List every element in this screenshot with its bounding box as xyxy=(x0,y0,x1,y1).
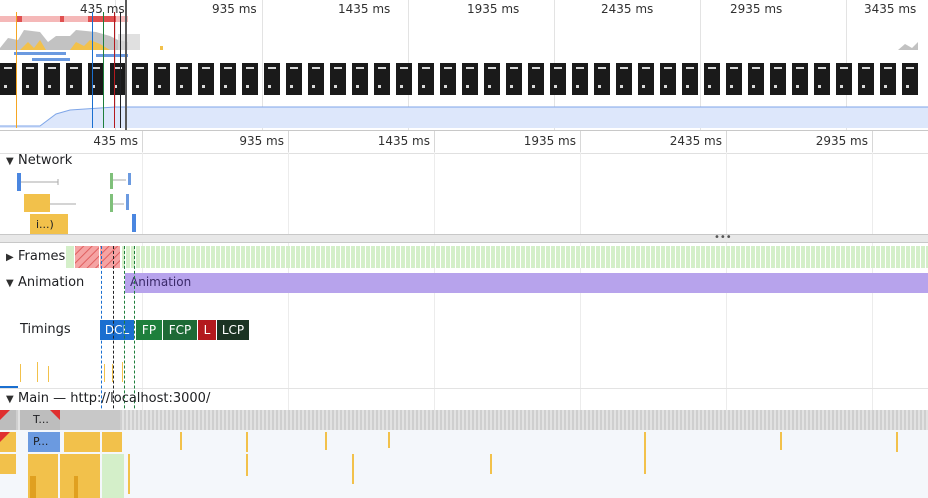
screenshot-thumbnail[interactable] xyxy=(132,63,148,95)
overview-marker-line xyxy=(103,12,104,128)
ruler-tick-label: 2435 ms xyxy=(669,134,722,148)
main-thread-header[interactable]: ▼ Main — http://localhost:3000/ xyxy=(6,391,210,406)
screenshot-thumbnail[interactable] xyxy=(726,63,742,95)
network-track-header[interactable]: ▼ Network xyxy=(6,153,72,168)
animation-track-header[interactable]: ▼ Animation xyxy=(6,275,84,290)
ruler-tick-label: 1435 ms xyxy=(377,134,430,148)
overview-system-area xyxy=(0,30,128,50)
main-flame-chart[interactable]: T... P... xyxy=(0,410,928,498)
fcp-marker[interactable]: FCP xyxy=(163,320,197,340)
flame-chart-canvas xyxy=(0,410,928,498)
resize-handle-icon[interactable]: ••• xyxy=(714,232,732,243)
screenshot-thumbnail[interactable] xyxy=(572,63,588,95)
dcl-marker[interactable]: DCL xyxy=(100,320,134,340)
animation-track-label: Animation xyxy=(18,275,85,290)
screenshot-thumbnail[interactable] xyxy=(242,63,258,95)
screenshot-thumbnail[interactable] xyxy=(286,63,302,95)
dropped-frame xyxy=(100,246,120,268)
ruler-tick-label: 2935 ms xyxy=(815,134,868,148)
screenshot-thumbnail[interactable] xyxy=(836,63,852,95)
collapse-triangle-icon[interactable]: ▶ xyxy=(6,252,18,263)
expand-triangle-icon[interactable]: ▼ xyxy=(6,156,18,167)
screenshot-thumbnail[interactable] xyxy=(440,63,456,95)
screenshot-thumbnail[interactable] xyxy=(638,63,654,95)
overview-marker-line xyxy=(114,12,115,128)
load-marker[interactable]: L xyxy=(198,320,216,340)
screenshot-thumbnail[interactable] xyxy=(506,63,522,95)
screenshot-thumbnail[interactable] xyxy=(792,63,808,95)
fp-marker[interactable]: FP xyxy=(136,320,162,340)
lcp-marker[interactable]: LCP xyxy=(217,320,249,340)
screenshot-thumbnail[interactable] xyxy=(110,63,126,95)
screenshot-thumbnail[interactable] xyxy=(88,63,104,95)
screenshot-thumbnail[interactable] xyxy=(550,63,566,95)
screenshot-thumbnail[interactable] xyxy=(748,63,764,95)
expand-triangle-icon[interactable]: ▼ xyxy=(6,394,18,405)
ruler-tick-label: 1935 ms xyxy=(523,134,576,148)
screenshot-thumbnail[interactable] xyxy=(528,63,544,95)
animation-bar[interactable]: Animation xyxy=(125,273,928,293)
screenshot-thumbnail[interactable] xyxy=(396,63,412,95)
screenshot-thumbnail[interactable] xyxy=(814,63,830,95)
selection-handle[interactable] xyxy=(125,0,127,130)
screenshot-thumbnail[interactable] xyxy=(264,63,280,95)
screenshot-thumbnail[interactable] xyxy=(770,63,786,95)
screenshot-thumbnail[interactable] xyxy=(154,63,170,95)
screenshot-thumbnail[interactable] xyxy=(682,63,698,95)
frames-track-header[interactable]: ▶ Frames xyxy=(6,249,65,264)
screenshot-thumbnail[interactable] xyxy=(418,63,434,95)
frames-track-label: Frames xyxy=(18,249,66,264)
timeline-overview[interactable]: 435 ms 935 ms 1435 ms 1935 ms 2435 ms 29… xyxy=(0,0,928,130)
ruler-tick-label: 935 ms xyxy=(239,134,284,148)
screenshot-thumbnail[interactable] xyxy=(0,63,16,95)
screenshot-thumbnail[interactable] xyxy=(352,63,368,95)
memory-usage-chart xyxy=(0,106,928,128)
network-track-label: Network xyxy=(18,153,73,168)
overview-marker-line xyxy=(16,12,17,128)
track-separator[interactable] xyxy=(0,234,928,243)
screenshot-thumbnail[interactable] xyxy=(704,63,720,95)
time-ruler: 435 ms 935 ms 1435 ms 1935 ms 2435 ms 29… xyxy=(0,130,928,154)
expand-triangle-icon[interactable]: ▼ xyxy=(6,278,18,289)
screenshot-thumbnail[interactable] xyxy=(374,63,390,95)
rendered-frames xyxy=(122,246,928,268)
screenshot-thumbnail[interactable] xyxy=(330,63,346,95)
overview-marker-line xyxy=(120,12,121,128)
screenshot-thumbnail[interactable] xyxy=(66,63,82,95)
screenshot-thumbnail[interactable] xyxy=(880,63,896,95)
screenshot-thumbnail[interactable] xyxy=(616,63,632,95)
screenshot-thumbnail[interactable] xyxy=(198,63,214,95)
screenshot-thumbnail[interactable] xyxy=(22,63,38,95)
parse-label: P... xyxy=(33,435,49,448)
dropped-frame xyxy=(75,246,99,268)
network-request-bar xyxy=(17,173,21,191)
screenshot-thumbnail[interactable] xyxy=(462,63,478,95)
overview-marker-line xyxy=(92,12,93,128)
cpu-activity-chart xyxy=(0,16,918,61)
screenshot-thumbnail[interactable] xyxy=(176,63,192,95)
network-request-bar xyxy=(24,194,50,212)
screenshot-thumbnail[interactable] xyxy=(220,63,236,95)
network-request-label: i...) xyxy=(36,218,54,231)
ruler-tick-label: 435 ms xyxy=(93,134,138,148)
screenshot-thumbnail[interactable] xyxy=(44,63,60,95)
network-waterfall xyxy=(17,173,136,234)
user-timing-ticks xyxy=(20,362,123,382)
screenshot-thumbnail[interactable] xyxy=(902,63,918,95)
task-label: T... xyxy=(33,413,49,426)
screenshot-thumbnail[interactable] xyxy=(858,63,874,95)
overview-network-bar xyxy=(14,52,66,55)
main-thread-label: Main — http://localhost:3000/ xyxy=(18,391,211,406)
screenshot-thumbnail[interactable] xyxy=(484,63,500,95)
screenshot-filmstrip[interactable] xyxy=(0,62,928,96)
screenshot-thumbnail[interactable] xyxy=(594,63,610,95)
screenshot-thumbnail[interactable] xyxy=(308,63,324,95)
animation-bar-label: Animation xyxy=(130,275,192,289)
frames-strip[interactable] xyxy=(66,246,928,268)
screenshot-thumbnail[interactable] xyxy=(660,63,676,95)
timings-track-label: Timings xyxy=(20,322,71,337)
